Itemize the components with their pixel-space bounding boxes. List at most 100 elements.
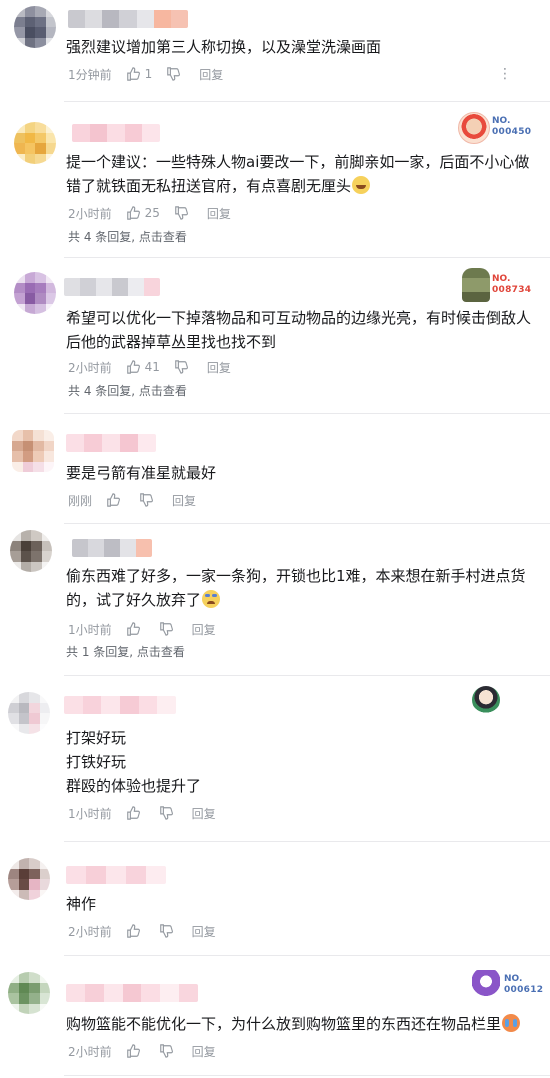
like-button[interactable] [126,924,145,938]
reply-button[interactable]: 回复 [172,492,196,509]
fan-badge[interactable]: NO. 000450 [456,110,536,146]
comment-time: 2小时前 [68,1044,112,1059]
avatar[interactable] [14,6,56,48]
view-replies-link[interactable]: 共 1 条回复, 点击查看 [66,643,185,660]
thumbs-down-icon [175,206,188,220]
comment-time: 2小时前 [68,206,112,221]
comment-time: 2小时前 [68,360,112,375]
username-blurred[interactable] [72,124,160,142]
thumbs-up-icon [126,1044,140,1058]
avatar[interactable] [12,430,54,472]
comment-meta: 2小时前 回复 [68,922,216,940]
badge-figure-icon [462,268,490,302]
reply-button[interactable]: 回复 [199,66,223,83]
crying-emoji-icon [502,1014,521,1032]
badge-label: NO. [492,274,511,284]
comment-time: 1小时前 [68,622,112,637]
comment-item: 要是弓箭有准星就最好 刚刚 回复 [0,414,550,524]
username-blurred[interactable] [66,984,198,1002]
thumbs-up-icon [107,493,120,507]
like-count: 1 [144,67,153,81]
avatar[interactable] [10,530,52,572]
like-button[interactable] [126,1044,145,1058]
thumbs-down-icon [159,806,173,820]
comment-time: 1分钟前 [68,67,112,82]
comment-text: 提一个建议：一些特殊人物ai要改一下，前脚亲如一家，后面不小心做错了就铁面无私扭… [66,150,538,198]
thumbs-up-icon [126,360,140,374]
reply-button[interactable]: 回复 [207,205,231,222]
divider [64,1075,550,1076]
comment-meta: 1小时前 回复 [68,620,216,638]
thumbs-down-icon [175,360,188,374]
avatar[interactable] [8,692,50,734]
badge-character-icon [472,686,500,714]
comment-meta: 2小时前 25 回复 [68,204,231,222]
thumbs-up-icon [126,806,140,820]
comment-text: 希望可以优化一下掉落物品和可互动物品的边缘光亮，有时候击倒敌人后他的武器掉草丛里… [66,309,532,351]
comment-meta: 刚刚 回复 [68,491,196,509]
thumbs-up-icon [126,622,140,636]
avatar[interactable] [8,858,50,900]
badge-label: NO. [504,974,523,984]
username-blurred[interactable] [66,866,166,884]
view-replies-link[interactable]: 共 4 条回复, 点击查看 [68,382,187,399]
like-count: 41 [144,360,160,374]
comment-item: NO. 000612 购物篮能不能优化一下，为什么放到购物篮里的东西还在物品栏里… [0,956,550,1078]
like-button[interactable]: 1 [126,67,153,81]
username-blurred[interactable] [64,278,160,296]
comment-text-body: 提一个建议：一些特殊人物ai要改一下，前脚亲如一家，后面不小心做错了就铁面无私扭… [66,153,530,195]
like-count: 25 [144,206,160,220]
username-blurred[interactable] [68,10,188,28]
comment-meta: 2小时前 41 回复 [68,358,231,376]
comment-item: 神作 2小时前 回复 [0,842,550,956]
thumbs-down-icon [159,622,173,636]
dislike-button[interactable] [174,206,193,220]
reply-button[interactable]: 回复 [207,359,231,376]
sad-emoji-icon [202,590,221,608]
comment-time: 1小时前 [68,806,112,821]
reply-button[interactable]: 回复 [192,805,216,822]
avatar[interactable] [14,122,56,164]
comment-text-body: 购物篮能不能优化一下，为什么放到购物篮里的东西还在物品栏里 [66,1015,502,1033]
comment-time: 刚刚 [68,493,93,508]
badge-number: 008734 [492,285,532,295]
dislike-button[interactable] [166,67,185,81]
avatar[interactable] [14,272,56,314]
like-button[interactable]: 25 [126,206,160,220]
reply-button[interactable]: 回复 [192,1043,216,1060]
dislike-button[interactable] [159,622,178,636]
dislike-button[interactable] [174,360,193,374]
dislike-button[interactable] [139,493,158,507]
thumbs-down-icon [159,924,173,938]
like-button[interactable]: 41 [126,360,160,374]
dislike-button[interactable] [159,1044,178,1058]
fan-badge[interactable]: NO. 008734 [460,268,540,304]
avatar[interactable] [8,972,50,1014]
comment-text: 神作 [66,895,97,913]
dislike-button[interactable] [159,806,178,820]
badge-number: 000450 [492,127,532,137]
comment-item: 偷东西难了好多，一家一条狗，开锁也比1难，本来想在新手村进点货的，试了好久放弃了… [0,524,550,676]
fan-badge[interactable] [470,684,504,718]
like-button[interactable] [126,622,145,636]
comment-time: 2小时前 [68,924,112,939]
comment-meta: 1小时前 回复 [68,804,216,822]
thumbs-down-icon [140,493,153,507]
like-button[interactable] [126,806,145,820]
fan-badge[interactable]: NO. 000612 [470,968,546,1004]
more-vertical-icon[interactable]: ⋮ [498,67,512,81]
reply-button[interactable]: 回复 [192,621,216,638]
like-button[interactable] [106,493,125,507]
view-replies-link[interactable]: 共 4 条回复, 点击查看 [68,228,187,245]
thumbs-up-icon [126,206,140,220]
comment-text: 打架好玩 打铁好玩 群殴的体验也提升了 [66,729,202,795]
comment-item: 打架好玩 打铁好玩 群殴的体验也提升了 1小时前 回复 [0,676,550,842]
comment-meta: 1分钟前 1 回复 [68,65,223,83]
username-blurred[interactable] [66,434,156,452]
dislike-button[interactable] [159,924,178,938]
comment-text: 购物篮能不能优化一下，为什么放到购物篮里的东西还在物品栏里 [66,1012,538,1036]
comment-text: 偷东西难了好多，一家一条狗，开锁也比1难，本来想在新手村进点货的，试了好久放弃了 [66,564,538,612]
reply-button[interactable]: 回复 [192,923,216,940]
username-blurred[interactable] [64,696,176,714]
username-blurred[interactable] [72,539,152,557]
